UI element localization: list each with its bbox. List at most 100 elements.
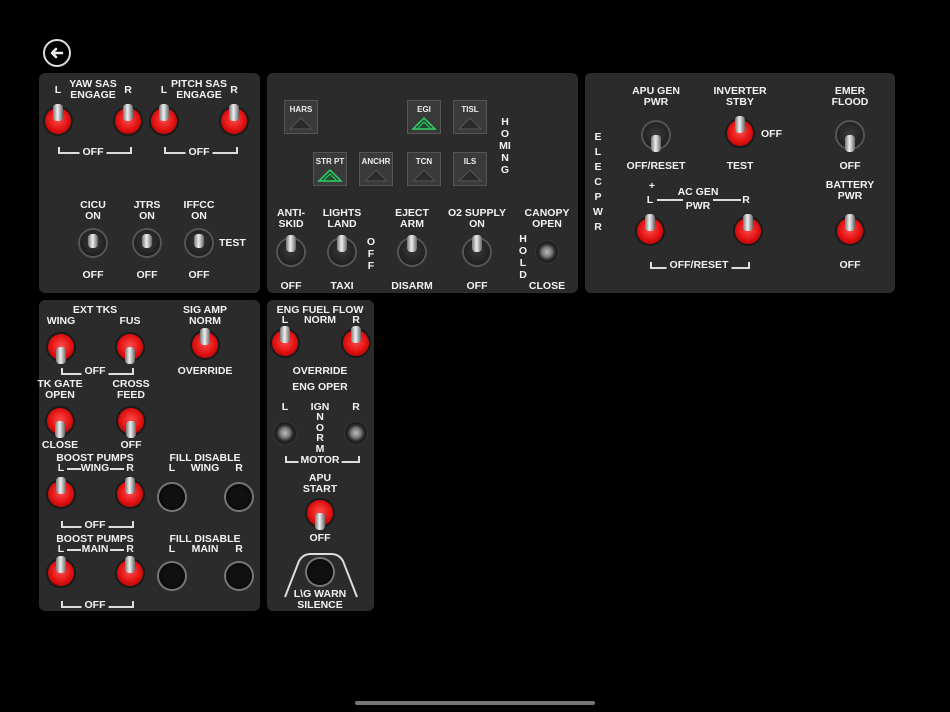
eng-fuel-flow-l-switch[interactable] (272, 326, 298, 356)
boost-wing-r-label: R (126, 462, 134, 474)
triangle-icon (457, 117, 483, 130)
eng-fuel-norm-label: NORM (303, 314, 337, 326)
triangle-icon (363, 169, 389, 182)
boost-main-r-switch[interactable] (117, 556, 143, 586)
ext-off-label: OFF (81, 366, 109, 377)
ac-gen-l-label: L (646, 194, 654, 206)
back-button[interactable] (43, 39, 71, 67)
lights-off-label: OFF (366, 236, 376, 272)
cicu-switch[interactable] (80, 230, 106, 256)
annunciator-tisl[interactable]: TISL (453, 100, 487, 134)
o2-off-label: OFF (466, 280, 488, 292)
annunciator-str-pt[interactable]: STR PT (313, 152, 347, 186)
home-indicator[interactable] (355, 701, 595, 705)
annunciator-hars[interactable]: HARS (284, 100, 318, 134)
tk-gate-close-label: CLOSE (41, 439, 79, 451)
cicu-off-label: OFF (82, 269, 104, 281)
anti-skid-off-label: OFF (280, 280, 302, 292)
fill-disable-main-l-button[interactable] (159, 563, 185, 589)
o2-supply-label: O2 SUPPLY ON (448, 207, 506, 230)
fill-disable-main-r-button[interactable] (226, 563, 252, 589)
apu-gen-switch[interactable] (643, 122, 669, 152)
fill-main-l-label: L (168, 543, 176, 555)
apu-gen-off-reset-label: OFF/RESET (626, 160, 686, 172)
eng-oper-r-knob[interactable] (344, 421, 368, 445)
eject-arm-switch[interactable] (399, 235, 425, 265)
pitch-sas-l-switch[interactable] (151, 104, 177, 134)
annunciator-ils[interactable]: ILS (453, 152, 487, 186)
cross-feed-label: CROSS FEED (112, 378, 150, 401)
ext-fus-switch[interactable] (117, 334, 143, 364)
sig-amp-switch[interactable] (192, 328, 218, 358)
ac-gen-label: AC GEN (675, 186, 721, 198)
fill-wing-mid-label: WING (190, 462, 220, 474)
ac-gen-pwr-label: PWR (683, 200, 713, 212)
jtrs-off-label: OFF (136, 269, 158, 281)
pitch-off-label: OFF (185, 147, 213, 158)
canopy-knob[interactable] (535, 240, 559, 264)
annunciator-tcn[interactable]: TCN (407, 152, 441, 186)
inverter-switch[interactable] (727, 116, 753, 146)
pitch-sas-r-switch[interactable] (221, 104, 247, 134)
lights-land-label: LIGHTS LAND (322, 207, 362, 230)
canopy-open-label: CANOPY OPEN (524, 207, 570, 230)
tk-gate-label: TK GATE OPEN (37, 378, 83, 401)
ac-gen-line (657, 199, 683, 201)
ext-fus-label: FUS (119, 315, 141, 327)
elec-pwr-label: ELEC PWR (593, 131, 603, 233)
iffcc-switch[interactable] (186, 230, 212, 256)
ext-wing-switch[interactable] (48, 334, 74, 364)
fill-main-mid-label: MAIN (191, 543, 219, 555)
battery-switch[interactable] (837, 214, 863, 244)
apu-start-switch[interactable] (307, 500, 333, 530)
yaw-l-label: L (54, 84, 62, 96)
boost-main-l-label: L (57, 543, 65, 555)
yaw-sas-label: YAW SAS ENGAGE (69, 78, 117, 101)
fill-disable-wing-l-button[interactable] (159, 484, 185, 510)
annunciator-egi[interactable]: EGI (407, 100, 441, 134)
anti-skid-switch[interactable] (278, 235, 304, 265)
annunciator-anchr[interactable]: ANCHR (359, 152, 393, 186)
boost-main-l-switch[interactable] (48, 556, 74, 586)
fill-disable-wing-r-button[interactable] (226, 484, 252, 510)
eng-oper-l-knob[interactable] (273, 421, 297, 445)
emer-flood-switch[interactable] (837, 122, 863, 152)
iffcc-off-label: OFF (188, 269, 210, 281)
iffcc-test-label: TEST (219, 237, 246, 249)
yaw-sas-l-switch[interactable] (45, 104, 71, 134)
eng-oper-l-label: L (281, 401, 289, 413)
tk-gate-switch[interactable] (47, 408, 73, 438)
eng-oper-label: ENG OPER (292, 381, 348, 393)
lg-warn-silence-button[interactable] (307, 559, 333, 585)
iffcc-label: IFFCC ON (183, 199, 215, 222)
ac-gen-l-switch[interactable] (637, 214, 663, 244)
inverter-label: INVERTER STBY (713, 85, 767, 108)
triangle-icon (457, 169, 483, 182)
pitch-l-label: L (160, 84, 168, 96)
ac-gen-r-switch[interactable] (735, 214, 761, 244)
cross-feed-switch[interactable] (118, 408, 144, 438)
yaw-sas-r-switch[interactable] (115, 104, 141, 134)
boost-wing-l-switch[interactable] (48, 477, 74, 507)
eng-fuel-l-label: L (281, 314, 289, 326)
jtrs-switch[interactable] (134, 230, 160, 256)
emer-flood-label: EMER FLOOD (831, 85, 869, 108)
lights-land-switch[interactable] (329, 235, 355, 265)
boost-wing-off-label: OFF (81, 520, 109, 531)
boost-wing-mid-label: WING (80, 462, 110, 474)
yaw-r-label: R (124, 84, 132, 96)
green-triangle-icon (317, 168, 343, 182)
fill-wing-r-label: R (235, 462, 243, 474)
eng-fuel-flow-r-switch[interactable] (343, 326, 369, 356)
canopy-close-label: CLOSE (528, 280, 566, 292)
cicu-label: CICU ON (80, 199, 106, 222)
boost-wing-r-switch[interactable] (117, 477, 143, 507)
fill-wing-l-label: L (168, 462, 176, 474)
ext-tks-label: EXT TKS (72, 304, 118, 316)
arrow-left-circle-icon (50, 47, 64, 59)
ac-gen-plus-label: + (648, 180, 656, 192)
o2-supply-switch[interactable] (464, 235, 490, 265)
apu-gen-label: APU GEN PWR (632, 85, 680, 108)
sig-amp-label: SIG AMP NORM (183, 304, 227, 327)
green-triangle-icon (411, 116, 437, 130)
